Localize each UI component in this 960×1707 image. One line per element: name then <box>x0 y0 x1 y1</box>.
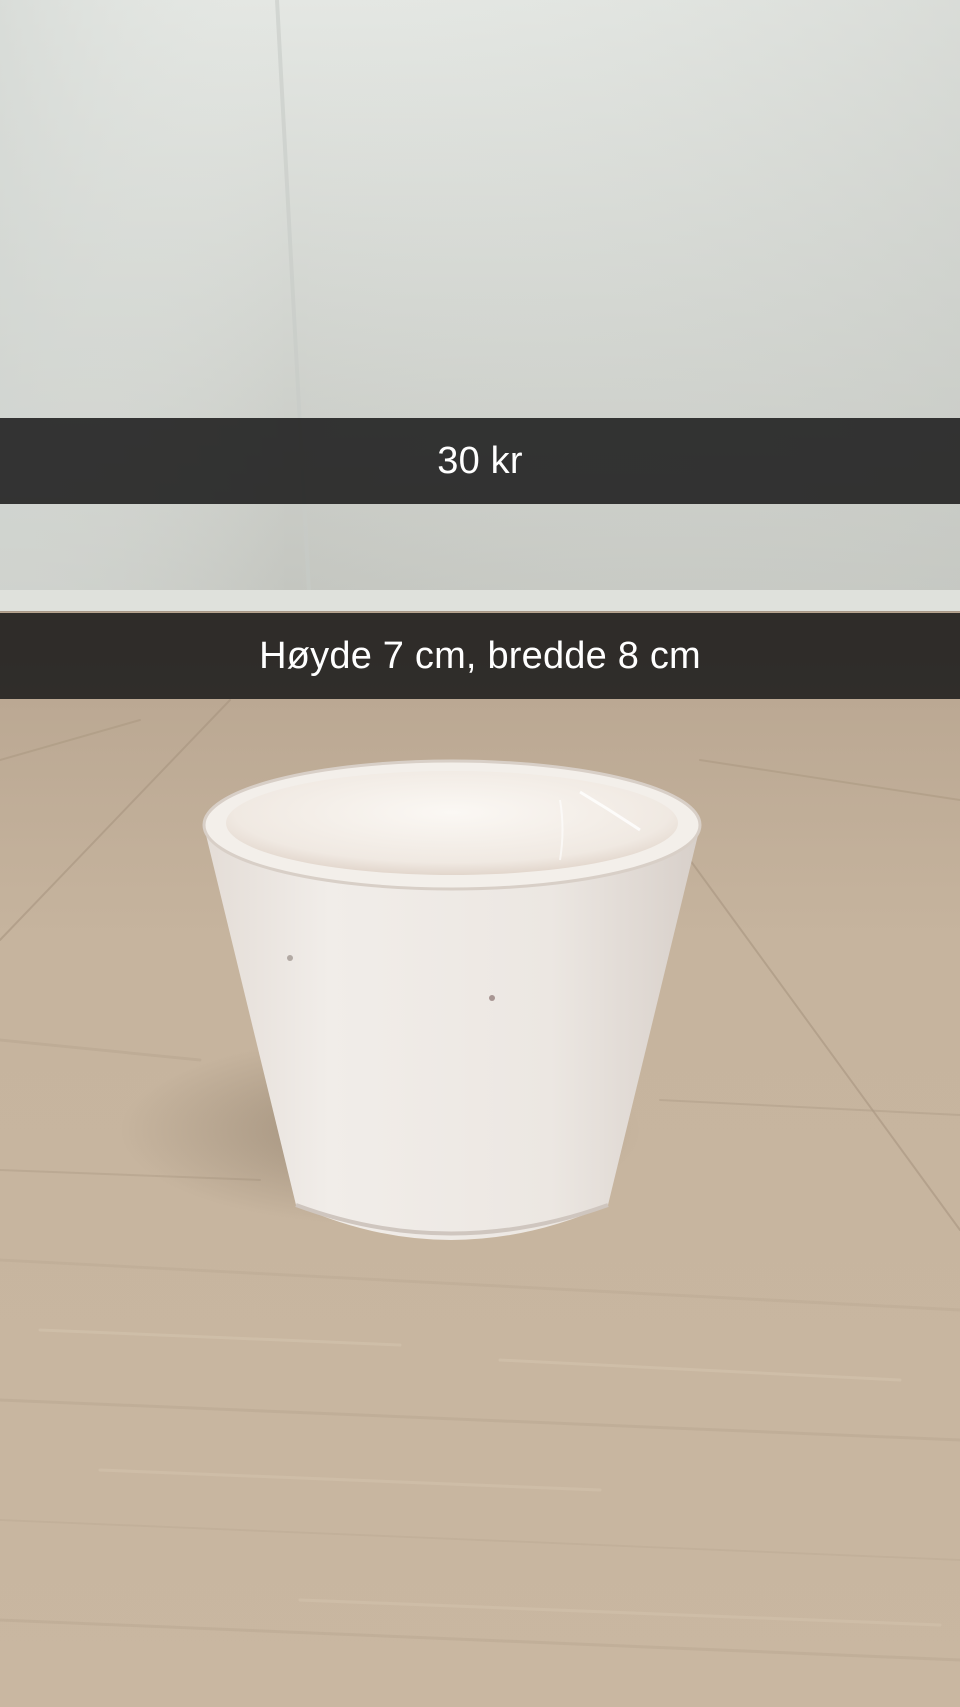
baseboard <box>0 590 960 612</box>
price-caption: 30 kr <box>437 439 523 482</box>
price-caption-bar: 30 kr <box>0 418 960 504</box>
snap-photo: 30 kr Høyde 7 cm, bredde 8 cm <box>0 0 960 1707</box>
pot-opening <box>226 771 678 875</box>
photo-scene <box>0 0 960 1707</box>
dimensions-caption-bar: Høyde 7 cm, bredde 8 cm <box>0 613 960 699</box>
dimensions-caption: Høyde 7 cm, bredde 8 cm <box>259 634 701 677</box>
